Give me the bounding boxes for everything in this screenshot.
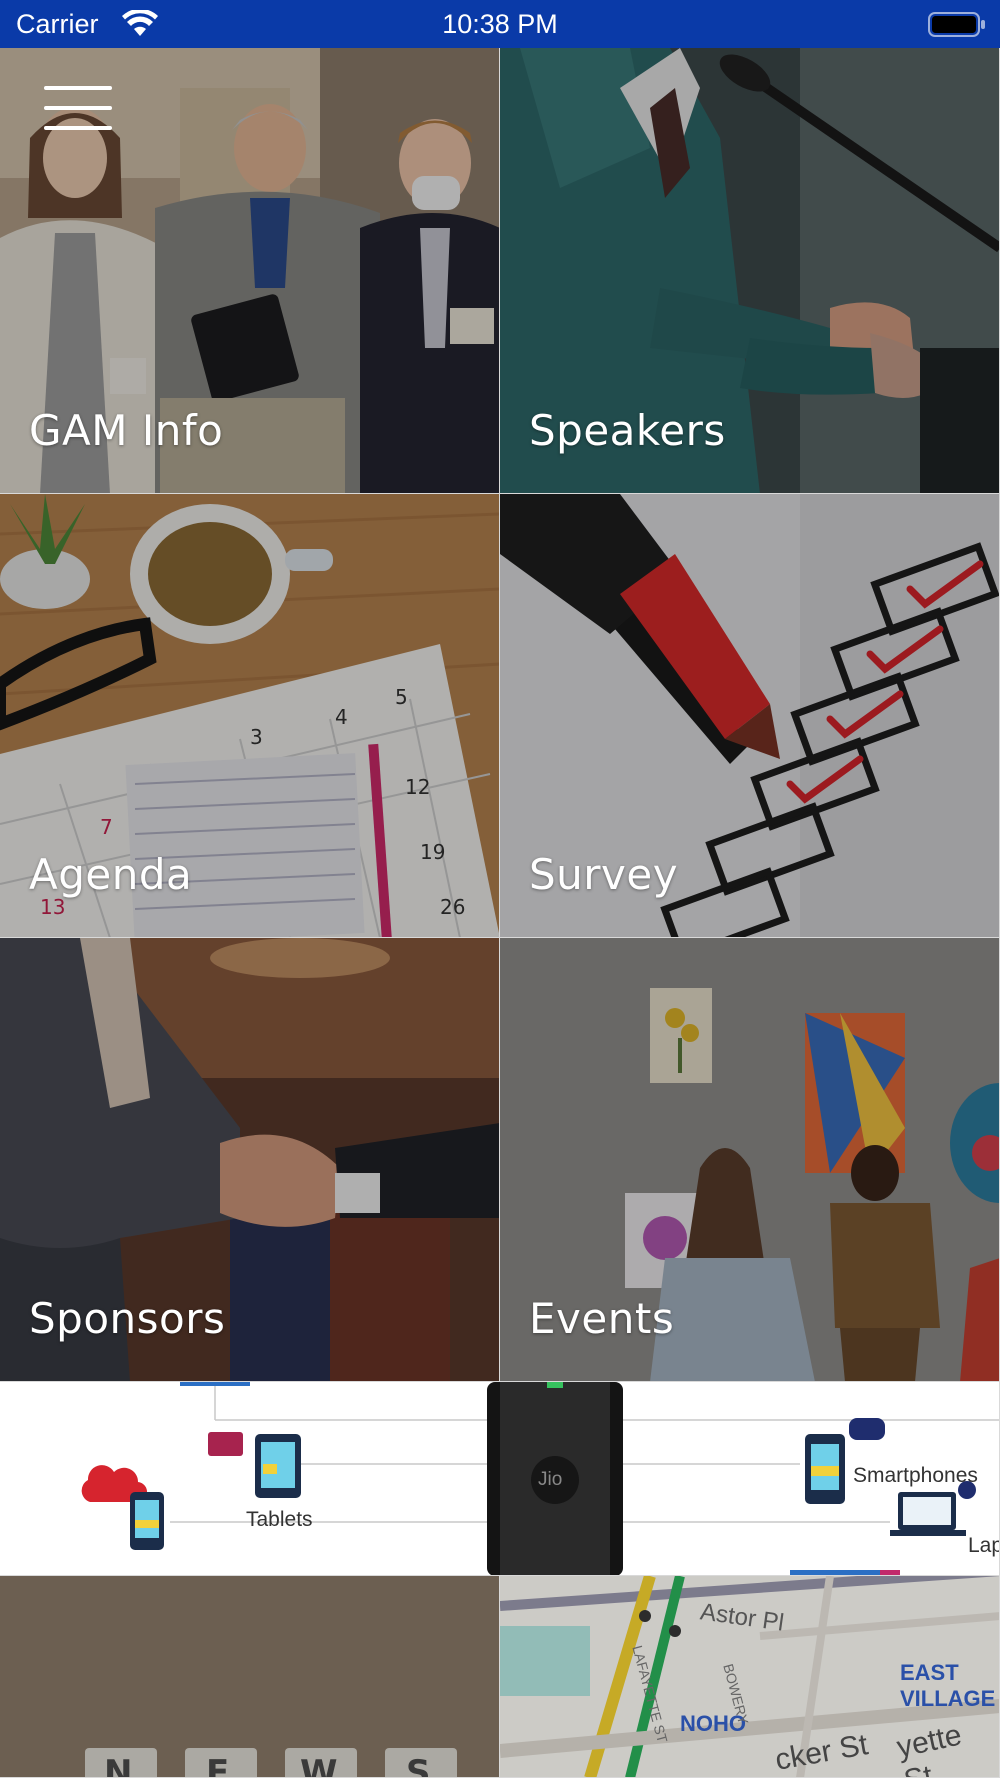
home-tile-grid: GAM Info Speakers 3 4 5 12 19 26 7 13 Ag… xyxy=(0,48,1000,1778)
tile-events[interactable]: Events xyxy=(500,938,1000,1382)
news-letter-n: N xyxy=(104,1753,133,1778)
tile-survey[interactable]: Survey xyxy=(500,494,1000,938)
news-letter-w: W xyxy=(300,1753,338,1778)
tile-label-speakers: Speakers xyxy=(529,406,726,455)
devices-label-laptops: Lap xyxy=(968,1534,1000,1557)
tile-sponsors[interactable]: Sponsors xyxy=(0,938,500,1382)
devices-label-smartphones: Smartphones xyxy=(853,1464,978,1487)
tile-devices-banner[interactable]: Tablets Smartphones Lap Jio xyxy=(0,1382,1000,1576)
devices-label-tablets: Tablets xyxy=(246,1508,313,1531)
hamburger-menu-icon[interactable] xyxy=(44,84,114,134)
connected-devices-illustration xyxy=(0,1382,999,1575)
tile-label-survey: Survey xyxy=(529,850,679,899)
tile-news[interactable]: N E W S xyxy=(0,1576,500,1778)
status-bar: Carrier 10:38 PM xyxy=(0,0,1000,48)
clock-time: 10:38 PM xyxy=(442,9,558,39)
tile-label-agenda: Agenda xyxy=(29,850,193,899)
tile-speakers[interactable]: Speakers xyxy=(500,48,1000,494)
news-letter-s: S xyxy=(406,1753,431,1778)
tile-label-sponsors: Sponsors xyxy=(29,1294,226,1343)
battery-full-icon xyxy=(928,12,985,37)
tile-label-events: Events xyxy=(529,1294,675,1343)
news-letter-e: E xyxy=(206,1753,230,1778)
tile-agenda[interactable]: 345 12 19 26 7 13 Agenda xyxy=(0,494,500,938)
tile-map[interactable]: Astor Pl EAST VILLAGE NOHO cker St yette… xyxy=(500,1576,1000,1778)
tile-label-gam-info: GAM Info xyxy=(29,406,224,455)
jio-brand-label: Jio xyxy=(538,1469,563,1490)
map-label-east-village: EAST VILLAGE xyxy=(900,1660,996,1711)
